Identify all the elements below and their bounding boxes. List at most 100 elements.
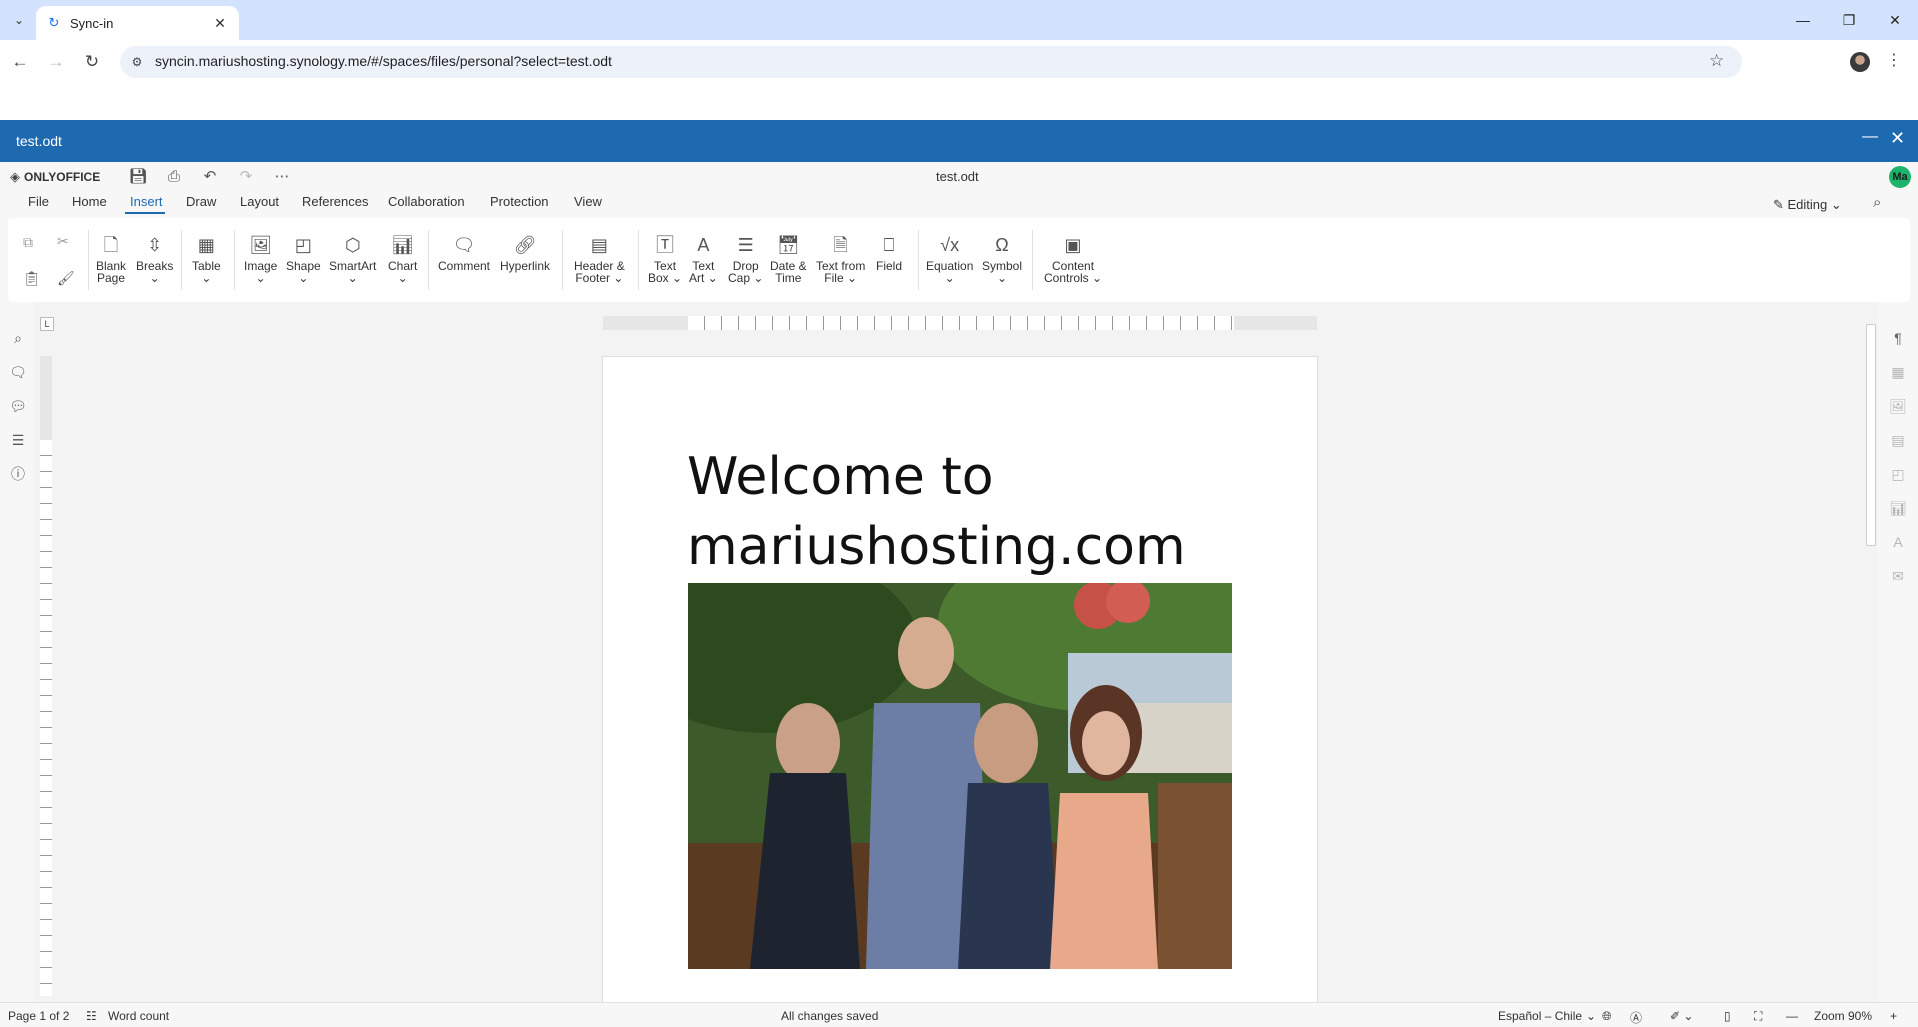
language-selector[interactable]: Español – Chile — [1498, 1009, 1582, 1023]
search-icon[interactable]: ⌕ — [1873, 194, 1881, 211]
zoom-level[interactable]: Zoom 90% — [1814, 1009, 1872, 1023]
hyperlink-button[interactable]: 🔗︎ Hyperlink — [500, 234, 550, 272]
url-text[interactable]: syncin.mariushosting.synology.me/#/space… — [155, 53, 612, 69]
document-photo[interactable] — [688, 583, 1232, 969]
paste-icon[interactable]: 📋︎ — [23, 270, 41, 287]
info-icon[interactable]: ⓘ — [8, 464, 28, 484]
navigation-icon[interactable]: ☰ — [8, 430, 28, 450]
zoom-out-icon[interactable]: — — [1786, 1009, 1798, 1023]
tab-file[interactable]: File — [28, 194, 49, 209]
comment-label: Comment — [438, 259, 491, 273]
paragraph-settings-icon[interactable]: ¶ — [1889, 329, 1907, 347]
header-footer-button[interactable]: ▤ Header & Footer ⌄ — [574, 234, 625, 284]
bookmark-star-icon[interactable]: ☆ — [1709, 51, 1724, 71]
editing-mode-dropdown[interactable]: ✎ Editing ⌄ — [1773, 197, 1842, 213]
spellcheck-icon[interactable]: Ⓐ — [1630, 1009, 1642, 1026]
equation-button[interactable]: √x Equation ⌄ — [926, 234, 973, 284]
tab-references[interactable]: References — [302, 194, 368, 209]
chart-icon: 📊︎ — [391, 235, 415, 255]
globe-icon[interactable]: 🌐︎ — [1602, 1009, 1612, 1024]
drop-cap-button[interactable]: ☰ Drop Cap ⌄ — [728, 234, 763, 284]
form-settings-icon[interactable]: ✉ — [1889, 567, 1907, 585]
chart-button[interactable]: 📊︎ Chart ⌄ — [388, 234, 417, 284]
date-time-button[interactable]: 📅︎ Date & Time — [770, 234, 807, 284]
tab-protection[interactable]: Protection — [490, 194, 549, 209]
cut-icon[interactable]: ✂ — [57, 233, 69, 250]
close-tab-icon[interactable]: ✕ — [211, 15, 229, 32]
heading-line-1[interactable]: Welcome to — [687, 442, 1247, 512]
save-icon[interactable]: 💾︎ — [126, 165, 150, 187]
close-viewer-icon[interactable]: ✕ — [1890, 128, 1905, 149]
sync-favicon-icon: ↻ — [48, 15, 60, 30]
drop-cap-label-2: Cap ⌄ — [728, 271, 764, 285]
editing-label: Editing — [1787, 197, 1828, 212]
forward-icon[interactable]: → — [42, 48, 70, 76]
tab-home[interactable]: Home — [72, 194, 107, 209]
content-controls-label-2: Controls ⌄ — [1044, 271, 1103, 285]
heading-line-2[interactable]: mariushosting.com — [687, 512, 1247, 582]
reload-icon[interactable]: ↻ — [78, 48, 106, 76]
text-from-file-button[interactable]: 🗎︎ Text from File ⌄ — [816, 234, 865, 284]
tab-search-icon[interactable]: ⌄ — [8, 9, 30, 31]
find-icon[interactable]: ⌕ — [8, 328, 28, 348]
symbol-button[interactable]: Ω Symbol ⌄ — [982, 234, 1022, 284]
browser-tab[interactable]: ↻ Sync-in ✕ — [36, 6, 239, 40]
comment-icon: 🗨︎ — [452, 235, 476, 255]
tab-layout[interactable]: Layout — [240, 194, 279, 209]
blank-page-button[interactable]: 🗋︎ Blank Page — [96, 234, 126, 284]
tab-collaboration[interactable]: Collaboration — [388, 194, 465, 209]
header-footer-settings-icon[interactable]: ▤ — [1889, 431, 1907, 449]
ribbon-separator — [1032, 230, 1033, 290]
content-controls-button[interactable]: ▣ Content Controls ⌄ — [1044, 234, 1102, 284]
back-icon[interactable]: ← — [6, 48, 34, 76]
fit-width-icon[interactable]: ⛶ — [1754, 1009, 1762, 1024]
restore-window-icon[interactable]: ❐ — [1826, 0, 1872, 40]
table-settings-icon[interactable]: ▦ — [1889, 363, 1907, 381]
vertical-scrollbar[interactable] — [1866, 312, 1876, 1000]
image-settings-icon[interactable]: 🖼︎ — [1889, 397, 1907, 415]
tab-insert[interactable]: Insert — [130, 194, 163, 209]
comments-icon[interactable]: 🗨︎ — [8, 362, 28, 382]
tab-stop-selector[interactable]: L — [40, 317, 54, 331]
viewer-title: test.odt — [16, 133, 62, 149]
document-heading[interactable]: Welcome to mariushosting.com — [687, 442, 1247, 582]
chart-settings-icon[interactable]: 📊︎ — [1889, 499, 1907, 517]
print-icon[interactable]: ⎙ — [162, 165, 186, 187]
table-button[interactable]: ▦ Table ⌄ — [192, 234, 221, 284]
shape-button[interactable]: ◰ Shape ⌄ — [286, 234, 321, 284]
profile-avatar[interactable] — [1850, 52, 1870, 72]
image-button[interactable]: 🖼︎ Image ⌄ — [244, 234, 277, 284]
smartart-button[interactable]: ⬡ SmartArt ⌄ — [329, 234, 376, 284]
chat-icon[interactable]: 💬︎ — [8, 396, 28, 416]
track-changes-icon[interactable]: ✐ ⌄ — [1670, 1009, 1693, 1023]
table-icon: ▦ — [197, 235, 215, 255]
text-art-button[interactable]: A Text Art ⌄ — [689, 234, 718, 284]
site-info-icon[interactable]: ⚙ — [129, 54, 145, 70]
document-title: test.odt — [936, 169, 979, 184]
undo-icon[interactable]: ↶ — [198, 165, 222, 187]
zoom-in-icon[interactable]: + — [1890, 1009, 1897, 1023]
page-indicator[interactable]: Page 1 of 2 — [8, 1009, 69, 1023]
field-button[interactable]: ⎕ Field — [876, 234, 902, 272]
text-box-button[interactable]: 🅃︎ Text Box ⌄ — [648, 234, 682, 284]
copy-icon[interactable]: ⧉ — [23, 234, 33, 251]
tab-draw[interactable]: Draw — [186, 194, 216, 209]
breaks-button[interactable]: ⇳ Breaks ⌄ — [136, 234, 173, 284]
minimize-viewer-icon[interactable]: — — [1862, 128, 1878, 146]
text-box-label-2: Box ⌄ — [648, 271, 683, 285]
close-window-icon[interactable]: ✕ — [1872, 0, 1918, 40]
more-icon[interactable]: ⋯ — [270, 165, 294, 187]
tab-view[interactable]: View — [574, 194, 602, 209]
browser-menu-icon[interactable]: ⋮ — [1886, 50, 1902, 70]
word-count-button[interactable]: Word count — [108, 1009, 169, 1023]
text-art-settings-icon[interactable]: A — [1889, 533, 1907, 551]
scrollbar-thumb[interactable] — [1866, 324, 1876, 546]
comment-button[interactable]: 🗨︎ Comment — [438, 234, 490, 272]
fit-page-icon[interactable]: ▯ — [1724, 1009, 1731, 1023]
ribbon-separator — [88, 230, 89, 290]
shape-settings-icon[interactable]: ◰ — [1889, 465, 1907, 483]
format-painter-icon[interactable]: 🖌︎ — [57, 270, 75, 287]
minimize-window-icon[interactable]: — — [1780, 0, 1826, 40]
redo-icon[interactable]: ↷ — [234, 165, 258, 187]
user-avatar[interactable]: Ma — [1889, 166, 1911, 188]
